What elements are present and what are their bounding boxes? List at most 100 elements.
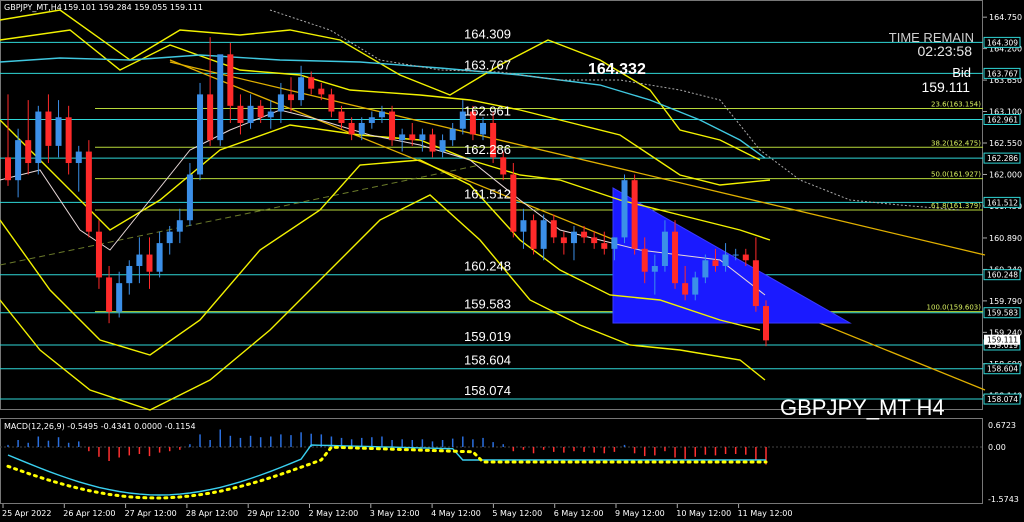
bid-label: Bid	[952, 65, 971, 80]
moving-average-slow	[0, 54, 766, 159]
level-label-2: 162.961	[464, 103, 511, 118]
candle-body-56	[570, 231, 577, 244]
candle-body-53	[540, 220, 547, 249]
macd-signal-line	[6, 445, 768, 500]
fib-label-4: 100.0(159.603)	[927, 304, 982, 312]
chart-canvas: 164.309 163.767 162.961 162.286 161.512 160.2…	[0, 0, 1022, 518]
candle-body-58	[591, 237, 598, 244]
candle-body-41	[419, 134, 426, 141]
current-price-tag: 159.111	[987, 336, 1018, 345]
candle-body-2	[25, 140, 32, 164]
time-label-10: 9 May 12:00	[615, 509, 665, 518]
candle-body-18	[186, 174, 193, 221]
candle-body-6	[65, 117, 72, 164]
price-tick-7: 160.890	[989, 234, 1022, 243]
candle-body-67	[682, 283, 689, 295]
candle-body-72	[732, 254, 739, 256]
candle-body-34	[348, 122, 355, 135]
time-label-7: 4 May 12:00	[431, 509, 481, 518]
candle-body-20	[207, 94, 214, 141]
candle-body-36	[368, 117, 375, 123]
candle-body-25	[257, 105, 264, 118]
candle-body-17	[176, 220, 183, 232]
level-label-6: 159.583	[464, 297, 511, 312]
fib-label-0: 23.6(163.154)	[931, 100, 981, 108]
fib-label-3: 61.8(161.379)	[931, 202, 981, 210]
candle-body-1	[15, 140, 22, 181]
candle-body-68	[692, 277, 699, 295]
price-tags: 164.309 163.767 162.961 162.286 161.512 160.2…	[983, 36, 1021, 405]
time-label-9: 6 May 12:00	[554, 509, 604, 518]
macd-axis-top: 0.6723	[988, 421, 1016, 430]
price-tag-0: 164.309	[987, 38, 1018, 47]
ascending-trendline	[0, 164, 481, 266]
symbol-label: GBPJPY_MT,H4	[4, 3, 62, 12]
price-tick-4: 162.550	[989, 139, 1022, 148]
candle-body-38	[389, 111, 396, 141]
macd-layer	[0, 429, 983, 500]
high-marker: 164.332	[588, 61, 646, 78]
candle-body-40	[409, 134, 416, 141]
price-tick-0: 164.750	[989, 13, 1022, 22]
candle-body-11	[116, 283, 123, 312]
level-label-7: 159.019	[464, 329, 511, 344]
candle-body-47	[480, 122, 487, 135]
time-label-5: 2 May 12:00	[309, 509, 359, 518]
fib-label-2: 50.0(161.927)	[931, 171, 981, 179]
candle-body-57	[581, 231, 588, 238]
fib-label-layer: 23.6(163.154) 38.2(162.475) 50.0(161.927) 6…	[927, 100, 982, 311]
time-label-2: 27 Apr 12:00	[125, 509, 177, 518]
candle-body-9	[95, 231, 102, 278]
candle-body-55	[560, 237, 567, 244]
time-label-4: 29 Apr 12:00	[247, 509, 299, 518]
candle-body-29	[298, 77, 305, 101]
candle-body-12	[126, 265, 133, 284]
candle-body-27	[277, 94, 284, 112]
level-label-0: 164.309	[464, 26, 511, 41]
candle-body-19	[197, 94, 204, 175]
candle-body-8	[85, 151, 92, 232]
level-label-8: 158.604	[464, 353, 511, 368]
candle-body-5	[55, 117, 62, 146]
candle-body-16	[166, 231, 173, 244]
candle-body-30	[308, 77, 315, 89]
candle-body-65	[661, 231, 668, 266]
candle-body-7	[75, 151, 82, 164]
candle-body-70	[712, 260, 719, 266]
candle-body-32	[328, 94, 335, 112]
candle-body-14	[146, 254, 153, 272]
candle-body-10	[106, 277, 113, 312]
candle-body-0	[5, 157, 11, 181]
candle-body-44	[449, 128, 456, 141]
ohlc-readout: 159.101 159.284 159.055 159.111	[63, 3, 203, 12]
macd-label: MACD(12,26,9) -0.5495 -0.4341 0.0000 -0.…	[4, 422, 196, 431]
candle-body-39	[399, 134, 406, 141]
candle-body-31	[318, 88, 325, 95]
level-label-9: 158.074	[464, 383, 511, 398]
price-tag-2: 162.961	[987, 115, 1018, 124]
time-label-3: 28 Apr 12:00	[186, 509, 238, 518]
candle-body-71	[722, 254, 729, 266]
time-label-1: 26 Apr 12:00	[63, 509, 115, 518]
candle-body-22	[227, 54, 234, 106]
price-tag-8: 158.604	[987, 365, 1018, 374]
candle-body-4	[45, 111, 52, 146]
descending-trendline	[169, 59, 986, 391]
time-label-0: 25 Apr 2022	[2, 509, 51, 518]
candle-body-54	[550, 220, 557, 238]
candle-body-51	[520, 220, 527, 232]
price-tag-9: 158.074	[987, 395, 1018, 404]
candle-body-64	[651, 265, 658, 272]
price-tick-9: 159.790	[989, 297, 1022, 306]
candle-body-49	[500, 157, 507, 175]
level-label-1: 163.767	[464, 57, 511, 72]
candle-body-63	[641, 248, 648, 272]
fib-label-1: 38.2(162.475)	[931, 139, 981, 147]
price-tag-3: 162.286	[987, 154, 1018, 163]
watermark: GBPJPY_MT H4	[780, 395, 945, 420]
time-label-12: 11 May 12:00	[738, 509, 793, 518]
time-label-8: 5 May 12:00	[492, 509, 542, 518]
candle-body-62	[631, 180, 638, 249]
candle-body-43	[439, 140, 446, 152]
candle-body-21	[217, 54, 224, 141]
